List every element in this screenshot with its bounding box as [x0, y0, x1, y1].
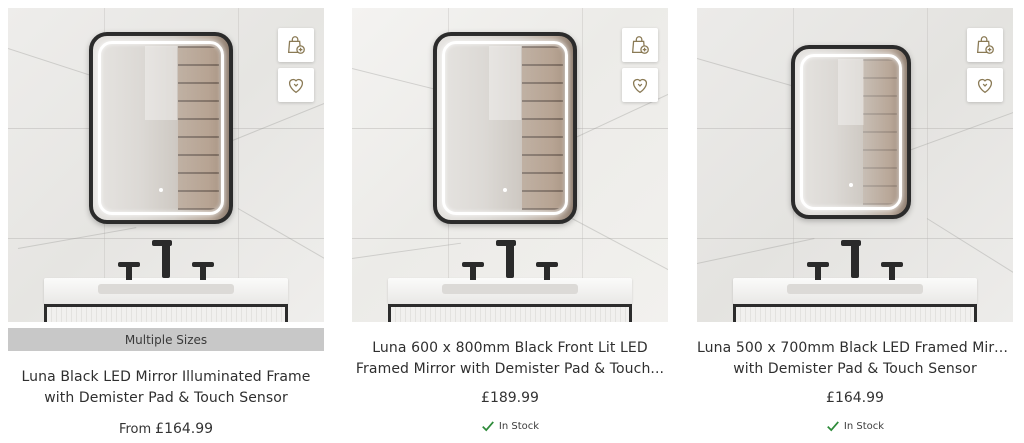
price-prefix: From [118, 422, 152, 437]
product-card[interactable]: Multiple Sizes Luna Black LED Mirror Ill… [8, 0, 324, 443]
heart-icon [977, 78, 993, 94]
heart-icon [288, 78, 304, 94]
product-title[interactable]: Luna 500 x 700mm Black LED Framed Mirror… [697, 338, 1013, 380]
add-to-wishlist-button[interactable] [278, 68, 314, 102]
product-price: £189.99 [481, 390, 539, 406]
stock-label: In Stock [843, 420, 885, 432]
product-image[interactable] [352, 8, 668, 322]
shopping-bag-plus-icon [631, 36, 649, 54]
product-image[interactable] [8, 8, 324, 322]
shopping-bag-plus-icon [976, 36, 994, 54]
stock-label: In Stock [498, 420, 540, 432]
price-value: £164.99 [155, 421, 214, 437]
add-to-basket-button[interactable] [967, 28, 1003, 62]
add-to-wishlist-button[interactable] [622, 68, 658, 102]
add-to-basket-button[interactable] [622, 28, 658, 62]
add-to-basket-button[interactable] [278, 28, 314, 62]
add-to-wishlist-button[interactable] [967, 68, 1003, 102]
product-title[interactable]: Luna 600 x 800mm Black Front Lit LED Fra… [352, 338, 668, 380]
multiple-sizes-badge: Multiple Sizes [8, 328, 324, 351]
heart-icon [632, 78, 648, 94]
product-image[interactable] [697, 8, 1013, 322]
product-card[interactable]: Luna 600 x 800mm Black Front Lit LED Fra… [352, 0, 668, 443]
product-card[interactable]: Luna 500 x 700mm Black LED Framed Mirror… [697, 0, 1013, 443]
checkmark-icon [827, 421, 839, 432]
shopping-bag-plus-icon [287, 36, 305, 54]
stock-status: In Stock [697, 419, 1013, 433]
product-price: £164.99 [826, 390, 884, 406]
checkmark-icon [482, 421, 494, 432]
product-title[interactable]: Luna Black LED Mirror Illuminated Frame … [8, 367, 324, 409]
stock-status: In Stock [352, 419, 668, 433]
product-price: From £164.99 [8, 421, 324, 437]
